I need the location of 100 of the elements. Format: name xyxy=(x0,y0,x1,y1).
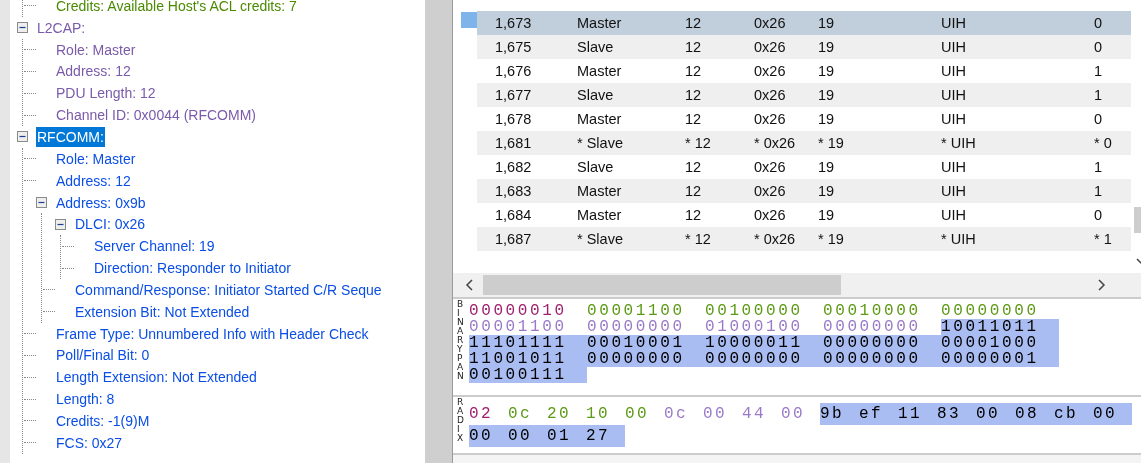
tree-item[interactable]: Address: 0x9b xyxy=(55,192,147,213)
tree-item[interactable]: Length: 8 xyxy=(55,389,116,410)
table-cell-text: UIH xyxy=(941,39,967,55)
tree-item[interactable]: Credits: -1(9)M xyxy=(55,410,151,431)
tree-item[interactable]: Length Extension: Not Extended xyxy=(55,367,258,388)
table-cell-text: UIH xyxy=(941,63,967,79)
table-cell-text: 0x26 xyxy=(754,111,787,127)
hex-byte: 20 xyxy=(547,404,573,425)
table-cell-text: * Slave xyxy=(577,135,624,151)
binary-byte: 00000000 xyxy=(823,335,941,351)
table-cell-text: 0x26 xyxy=(754,15,787,31)
horizontal-scrollbar[interactable] xyxy=(453,272,1141,297)
table-cell-text: 19 xyxy=(818,87,836,103)
table-row[interactable]: 1,677 Slave 12 0x26 19 UIH 1 xyxy=(477,83,1131,107)
table-cell-text: 1,687 xyxy=(494,231,533,247)
tree-item[interactable]: Role: Master xyxy=(55,148,137,169)
table-cell-text: 0 xyxy=(1094,111,1104,127)
table-row[interactable]: 1,687 * Slave * 12 * 0x26 * 19 * UIH * 1 xyxy=(477,227,1131,251)
tree-item[interactable]: RFCOMM: xyxy=(36,127,105,147)
collapse-icon[interactable] xyxy=(36,197,47,208)
tree-item[interactable]: DLCI: 0x26 xyxy=(74,214,147,235)
collapse-icon[interactable] xyxy=(17,131,28,143)
table-cell-text: 0x26 xyxy=(754,63,787,79)
table-cell-text: 1,676 xyxy=(494,63,533,79)
binary-byte: 00100000 xyxy=(705,303,804,319)
tree-item[interactable]: Command/Response: Initiator Started C/R Seque xyxy=(74,279,383,300)
collapse-icon[interactable] xyxy=(55,218,66,230)
binary-byte: 11101111 xyxy=(469,335,587,351)
table-cell-text: 19 xyxy=(818,207,836,223)
tree-item[interactable]: Frame Type: Unnumbered Info with Header Check xyxy=(55,323,370,344)
table-row[interactable]: 1,673 Master 12 0x26 19 UIH 0 xyxy=(477,11,1131,35)
binary-byte: 00001000 xyxy=(941,335,1059,351)
table-cell-text: Master xyxy=(577,111,623,127)
tree-item[interactable]: L2CAP: xyxy=(36,17,87,38)
binary-byte: 00010000 xyxy=(823,303,922,319)
hex-byte: 83 xyxy=(937,403,976,425)
tree-item[interactable]: Credits: Available Host's ACL credits: 7 xyxy=(55,0,298,16)
table-cell-text: 1,681 xyxy=(494,135,533,151)
hex-byte: ef xyxy=(859,403,898,425)
table-cell-text: UIH xyxy=(941,15,967,31)
table-cell-text: * 0 xyxy=(1094,135,1113,151)
hex-byte: 44 xyxy=(742,404,768,425)
table-cell-text: 1 xyxy=(1094,63,1104,79)
table-cell-text: 12 xyxy=(685,39,703,55)
table-cell-text: 0x26 xyxy=(754,159,787,175)
table-cell-text: 12 xyxy=(685,111,703,127)
table-cell-text: 12 xyxy=(685,159,703,175)
tree-item[interactable]: FCS: 0x27 xyxy=(55,432,124,453)
tree-item[interactable]: Poll/Final Bit: 0 xyxy=(55,345,151,366)
table-cell-text: Master xyxy=(577,63,623,79)
tree-item[interactable]: Direction: Responder to Initiator xyxy=(93,258,292,279)
row-marker xyxy=(461,12,477,28)
binary-byte: 00000001 xyxy=(941,351,1059,367)
binary-byte: 00000000 xyxy=(587,319,686,335)
table-cell-text: 0x26 xyxy=(754,207,787,223)
tree-item[interactable]: PDU Length: 12 xyxy=(55,83,157,104)
table-cell-text: Slave xyxy=(577,159,615,175)
table-cell-text: UIH xyxy=(941,159,967,175)
binary-byte: 00000000 xyxy=(823,351,941,367)
table-cell-text: * 1 xyxy=(1094,231,1113,247)
table-cell-text: 1,677 xyxy=(494,87,533,103)
table-cell-text: UIH xyxy=(941,183,967,199)
table-cell-text: 0x26 xyxy=(754,183,787,199)
pane-label: BINARY PAN xyxy=(456,299,465,383)
table-row[interactable]: 1,675 Slave 12 0x26 19 UIH 0 xyxy=(477,35,1131,59)
table-cell-text: 1,683 xyxy=(494,183,533,199)
table-cell-text: UIH xyxy=(941,87,967,103)
tree-item[interactable]: Address: 12 xyxy=(55,170,132,191)
binary-byte: 00001100 xyxy=(587,303,686,319)
scroll-thumb[interactable] xyxy=(483,275,841,295)
hex-byte: 02 xyxy=(469,404,495,425)
hex-byte: 00 xyxy=(625,404,651,425)
tree-item[interactable]: Channel ID: 0x0044 (RFCOMM) xyxy=(55,105,257,126)
tree-item[interactable]: Server Channel: 19 xyxy=(93,236,216,257)
hex-byte: 0c xyxy=(664,404,690,425)
table-cell-text: 0 xyxy=(1094,15,1104,31)
binary-byte: 10000011 xyxy=(705,335,823,351)
tree-item[interactable]: Role: Master xyxy=(55,39,137,60)
table-cell-text: 19 xyxy=(818,183,836,199)
chevron-right-icon[interactable] xyxy=(1098,279,1106,291)
table-row[interactable]: 1,681 * Slave * 12 * 0x26 * 19 * UIH * 0 xyxy=(477,131,1131,155)
collapse-icon[interactable] xyxy=(17,22,28,34)
table-cell-text: Slave xyxy=(577,39,615,55)
binary-byte: 00000000 xyxy=(823,319,922,335)
hex-byte: 00 xyxy=(469,425,508,447)
table-cell-text: 12 xyxy=(685,183,703,199)
table-cell-text: * UIH xyxy=(941,135,977,151)
binary-byte: 00001100 xyxy=(469,319,568,335)
hex-byte: 00 xyxy=(703,404,729,425)
hex-byte: 00 xyxy=(508,425,547,447)
table-cell-text: 1 xyxy=(1094,87,1104,103)
table-cell-text: 0 xyxy=(1094,39,1104,55)
tree-item[interactable]: Address: 12 xyxy=(55,61,132,82)
hex-byte: 0c xyxy=(508,404,534,425)
table-cell-text: Master xyxy=(577,183,623,199)
chevron-left-icon[interactable] xyxy=(465,279,473,291)
table-row[interactable]: 1,683 Master 12 0x26 19 UIH 1 xyxy=(477,179,1131,203)
hex-byte: 27 xyxy=(586,425,625,447)
table-cell-text: 12 xyxy=(685,63,703,79)
tree-item[interactable]: Extension Bit: Not Extended xyxy=(74,301,251,322)
